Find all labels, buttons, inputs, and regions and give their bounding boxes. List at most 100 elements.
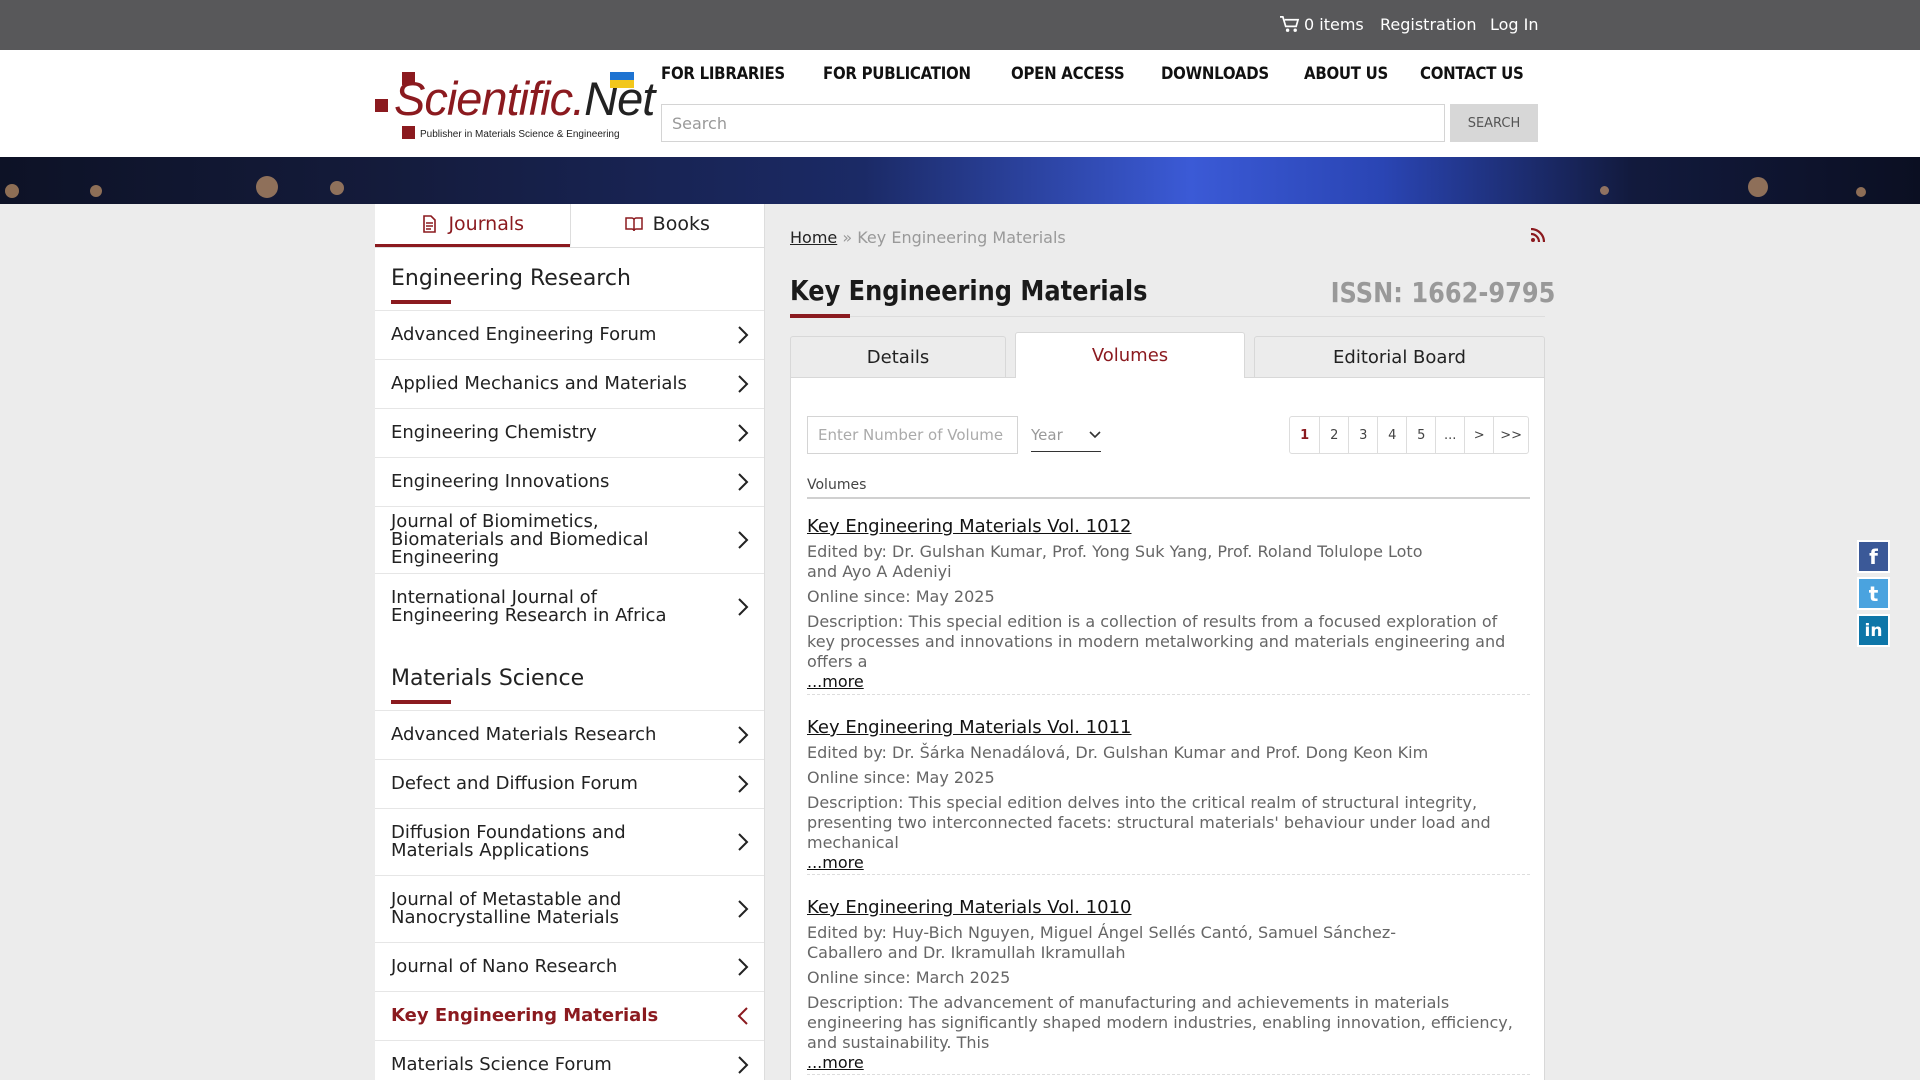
tab-volumes[interactable]: Volumes [1015, 332, 1245, 378]
search-input[interactable]: Search [661, 104, 1445, 142]
cart-icon [1280, 16, 1300, 32]
volumes-label: Volumes [807, 477, 867, 493]
cart-label: 0 items [1304, 15, 1364, 34]
chevron-right-icon [738, 598, 749, 616]
volume-description: Description: The advancement of manufact… [807, 993, 1513, 1052]
search-button[interactable]: SEARCH [1450, 104, 1538, 142]
sidebar-item-label: Advanced Engineering Forum [391, 324, 657, 345]
tab-journals[interactable]: Journals [375, 204, 570, 247]
volume-editors: Edited by: Huy-Bich Nguyen, Miguel Ángel… [807, 923, 1397, 962]
volume-entry: Key Engineering Materials Vol. 1012 Edit… [807, 516, 1530, 691]
chevron-right-icon [738, 1056, 749, 1074]
main-nav: FOR LIBRARIES FOR PUBLICATION OPEN ACCES… [661, 64, 1538, 84]
volume-number-input[interactable]: Enter Number of Volume [807, 416, 1018, 454]
chevron-right-icon [738, 726, 749, 744]
sidebar-item-key-engineering-materials[interactable]: Key Engineering Materials [375, 991, 764, 1040]
chevron-right-icon [738, 900, 749, 918]
facebook-share-button[interactable]: f [1857, 540, 1890, 573]
page-next[interactable]: > [1464, 417, 1493, 453]
volume-more-link[interactable]: ...more [807, 1053, 864, 1072]
sidebar-item-ijer-africa[interactable]: International Journal of Engineering Res… [375, 573, 764, 640]
sidebar-item-label: Applied Mechanics and Materials [391, 373, 687, 394]
tab-books[interactable]: Books [569, 204, 765, 247]
sidebar-item-label: Journal of Metastable and Nanocrystallin… [391, 889, 622, 928]
sidebar-item-engineering-innovations[interactable]: Engineering Innovations [375, 457, 764, 506]
sidebar-item-label: Advanced Materials Research [391, 724, 657, 745]
sidebar-item-label: International Journal of Engineering Res… [391, 587, 667, 626]
login-link[interactable]: Log In [1490, 15, 1539, 34]
nav-about-us[interactable]: ABOUT US [1304, 64, 1388, 84]
document-icon [423, 215, 437, 233]
volume-online-since: Online since: March 2025 [807, 968, 1011, 987]
chevron-right-icon [738, 375, 749, 393]
journal-tabs: Details Volumes Editorial Board [790, 332, 1545, 378]
issn-label: ISSN: 1662-9795 [1330, 276, 1555, 309]
volume-more-link[interactable]: ...more [807, 672, 864, 691]
year-select[interactable]: Year [1031, 418, 1101, 452]
sidebar-item-engineering-chemistry[interactable]: Engineering Chemistry [375, 408, 764, 457]
sidebar-item-applied-mechanics[interactable]: Applied Mechanics and Materials [375, 359, 764, 408]
breadcrumb: Home » Key Engineering Materials [790, 228, 1066, 247]
volumes-panel: Enter Number of Volume Year 1 2 3 4 5 ..… [790, 377, 1545, 1080]
nav-contact-us[interactable]: CONTACT US [1420, 64, 1524, 84]
breadcrumb-home[interactable]: Home [790, 228, 837, 247]
page-4[interactable]: 4 [1377, 417, 1406, 453]
nav-for-libraries[interactable]: FOR LIBRARIES [661, 64, 785, 84]
tab-books-label: Books [652, 213, 710, 235]
journal-sidebar: Journals Books Engineering Research Adva… [375, 204, 765, 1080]
logo-mark [375, 99, 388, 112]
volume-title-link[interactable]: Key Engineering Materials Vol. 1010 [807, 897, 1131, 918]
nav-open-access[interactable]: OPEN ACCESS [1011, 64, 1125, 84]
sidebar-item-label: Key Engineering Materials [391, 1005, 659, 1026]
cart-link[interactable]: 0 items [1279, 15, 1364, 34]
volume-editors: Edited by: Dr. Gulshan Kumar, Prof. Yong… [807, 542, 1423, 581]
page-5[interactable]: 5 [1406, 417, 1435, 453]
page-1[interactable]: 1 [1290, 417, 1319, 453]
tab-journals-label: Journals [448, 213, 525, 235]
linkedin-share-button[interactable]: in [1857, 614, 1890, 647]
sidebar-item-advanced-engineering-forum[interactable]: Advanced Engineering Forum [375, 310, 764, 359]
top-bar: 0 items Registration Log In [0, 0, 1920, 50]
twitter-share-button[interactable]: t [1857, 577, 1890, 610]
sidebar-tabs: Journals Books [375, 204, 764, 248]
volume-description: Description: This special edition is a c… [807, 612, 1506, 671]
site-logo[interactable]: Scientific.Net Publisher in Materials Sc… [374, 69, 655, 144]
page-ellipsis: ... [1435, 417, 1464, 453]
volume-title-link[interactable]: Key Engineering Materials Vol. 1011 [807, 717, 1131, 738]
sidebar-item-metastable-nanocrystalline[interactable]: Journal of Metastable and Nanocrystallin… [375, 875, 764, 942]
tab-details[interactable]: Details [790, 336, 1006, 378]
chevron-right-icon [738, 775, 749, 793]
chevron-right-icon [738, 958, 749, 976]
chevron-down-icon [1089, 430, 1101, 438]
main-content: Home » Key Engineering Materials Key Eng… [765, 204, 1555, 1080]
nav-for-publication[interactable]: FOR PUBLICATION [823, 64, 971, 84]
page-last[interactable]: >> [1493, 417, 1528, 453]
section-title-materials-science: Materials Science [375, 648, 764, 710]
sidebar-item-defect-diffusion-forum[interactable]: Defect and Diffusion Forum [375, 759, 764, 808]
breadcrumb-separator: » [842, 228, 853, 247]
facebook-icon: f [1869, 544, 1878, 569]
sidebar-item-journal-biomimetics[interactable]: Journal of Biomimetics, Biomaterials and… [375, 506, 764, 573]
page-2[interactable]: 2 [1319, 417, 1348, 453]
sidebar-item-materials-science-forum[interactable]: Materials Science Forum [375, 1040, 764, 1080]
rss-icon[interactable] [1530, 228, 1545, 243]
sidebar-item-advanced-materials-research[interactable]: Advanced Materials Research [375, 710, 764, 759]
sidebar-item-journal-nano-research[interactable]: Journal of Nano Research [375, 942, 764, 991]
volume-online-since: Online since: May 2025 [807, 768, 995, 787]
tab-editorial-board[interactable]: Editorial Board [1254, 336, 1545, 378]
linkedin-icon: in [1864, 620, 1883, 641]
volume-title-link[interactable]: Key Engineering Materials Vol. 1012 [807, 516, 1131, 537]
title-divider [790, 316, 1545, 317]
chevron-right-icon [738, 833, 749, 851]
registration-link[interactable]: Registration [1380, 15, 1476, 34]
breadcrumb-current: Key Engineering Materials [857, 228, 1066, 247]
chevron-left-icon [737, 1007, 748, 1025]
volume-more-link[interactable]: ...more [807, 853, 864, 872]
sidebar-item-label: Diffusion Foundations and Materials Appl… [391, 822, 626, 861]
header-banner [0, 157, 1920, 204]
sidebar-item-diffusion-foundations[interactable]: Diffusion Foundations and Materials Appl… [375, 808, 764, 875]
page-3[interactable]: 3 [1348, 417, 1377, 453]
nav-downloads[interactable]: DOWNLOADS [1161, 64, 1269, 84]
year-select-label: Year [1031, 425, 1063, 444]
sidebar-item-label: Journal of Nano Research [391, 956, 618, 977]
